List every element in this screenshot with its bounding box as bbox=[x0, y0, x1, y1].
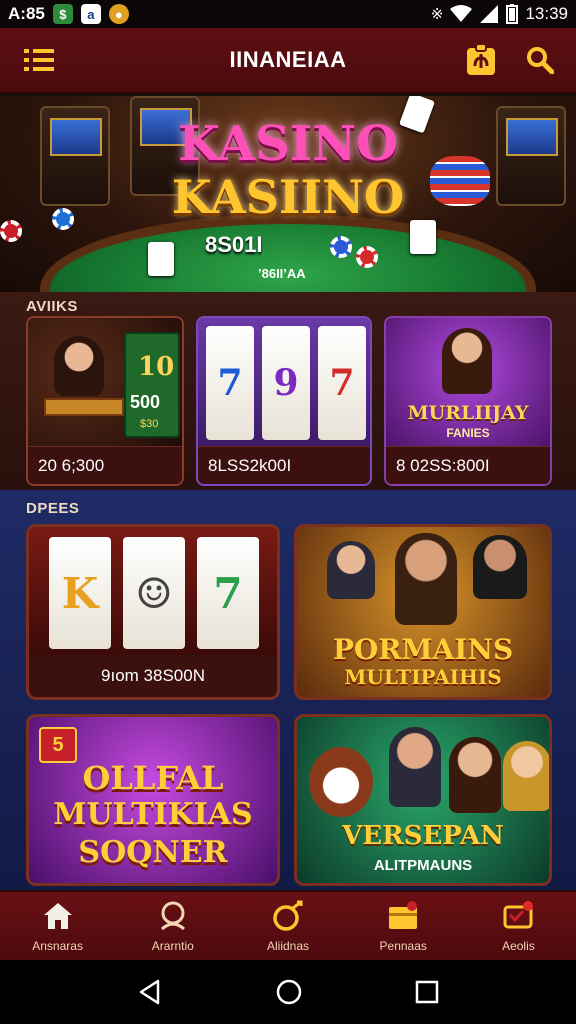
game-tile[interactable]: PORMAINS MULTIPAIHIS bbox=[294, 524, 552, 700]
game-tile-caption: 9ıom 38S00N bbox=[29, 655, 277, 697]
game-tile[interactable]: 10 500 $30 20 6;300 bbox=[26, 316, 184, 486]
nav-label: Ararntio bbox=[151, 939, 194, 953]
chip-icon bbox=[356, 246, 378, 268]
badge: 5 bbox=[39, 727, 77, 763]
playing-card-icon bbox=[410, 220, 436, 254]
game-tile[interactable]: 7 9 7 8LSS2k00I bbox=[196, 316, 372, 486]
dealer-avatar bbox=[54, 336, 104, 396]
player-avatar bbox=[503, 741, 549, 811]
app-screen: A:85 $ a ● ※ 13:39 IINANEIAA KASINO KASI… bbox=[0, 0, 576, 1024]
status-bar: A:85 $ a ● ※ 13:39 bbox=[0, 0, 576, 28]
hero-amount: 8S01I bbox=[205, 232, 263, 257]
game-tile-caption: 8 02SS:800I bbox=[386, 446, 550, 484]
notification-app-icon: ● bbox=[108, 4, 129, 24]
ribbon-banner bbox=[44, 398, 124, 416]
dealer-avatar bbox=[442, 328, 492, 394]
player-avatar bbox=[449, 737, 501, 813]
app-bar: IINANEIAA bbox=[0, 28, 576, 94]
art-text: $30 bbox=[140, 418, 159, 430]
slot-reel: K bbox=[49, 537, 111, 649]
hero-small-text: ’86II’AA bbox=[258, 266, 306, 281]
slot-reel: ☺ bbox=[123, 537, 185, 649]
notification-app-icon: $ bbox=[52, 4, 73, 24]
player-avatar bbox=[327, 541, 375, 599]
nav-label: Pennaas bbox=[379, 939, 427, 953]
game-tile[interactable]: VERSEPAN ALITPMAUNS bbox=[294, 714, 552, 886]
notifications-icon bbox=[503, 901, 534, 929]
featured-section: AVIIKS 10 500 $30 20 6;300 7 9 7 8LSS2k0… bbox=[0, 292, 576, 490]
art-text: MULTIPAIHIS bbox=[344, 665, 502, 689]
chip-icon bbox=[330, 236, 352, 258]
nav-label: Aliidnas bbox=[266, 939, 310, 953]
section-title: AVIIKS bbox=[26, 298, 78, 315]
signal-icon bbox=[480, 5, 499, 23]
nav-item-notifications[interactable]: Aeolis bbox=[461, 892, 576, 960]
status-time: A:85 bbox=[8, 4, 45, 23]
game-tile[interactable]: K ☺ 7 9ıom 38S00N bbox=[26, 524, 280, 700]
art-text: ALITPMAUNS bbox=[373, 857, 473, 874]
mascot-avatar bbox=[309, 747, 373, 817]
art-text: VERSEPAN bbox=[342, 821, 504, 851]
hero-brand-line2: KASIINO bbox=[171, 170, 405, 224]
back-icon[interactable] bbox=[136, 978, 164, 1006]
hero-banner[interactable]: KASINO KASIINO 8S01I ’86II’AA bbox=[0, 96, 576, 292]
art-text: MULTIKIAS bbox=[53, 797, 253, 832]
player-avatar bbox=[389, 727, 441, 807]
game-tile-art: 10 500 $30 bbox=[28, 318, 182, 448]
home-icon bbox=[43, 903, 72, 929]
games-section: DPEES K ☺ 7 9ıom 38S00N PORMAINS MULTIPA… bbox=[0, 490, 576, 890]
art-text: OLLFAL bbox=[82, 759, 224, 797]
battery-icon bbox=[506, 4, 519, 24]
recents-icon[interactable] bbox=[414, 979, 440, 1005]
game-tile[interactable]: 5 OLLFAL MULTIKIAS SOQNER bbox=[26, 714, 280, 886]
art-text: 500 bbox=[130, 392, 161, 412]
slot-reel: 7 bbox=[197, 537, 259, 649]
playing-card-icon bbox=[148, 242, 174, 276]
wifi-icon bbox=[450, 5, 473, 22]
game-tile-art: K ☺ 7 bbox=[29, 527, 277, 657]
game-tile-caption: 8LSS2k00I bbox=[198, 446, 370, 484]
hero-brand-line1: KASINO bbox=[178, 116, 398, 172]
account-icon[interactable] bbox=[466, 44, 496, 76]
slot-reel: 7 bbox=[318, 326, 366, 440]
menu-icon[interactable] bbox=[22, 45, 56, 75]
game-tile-art: MURLIIJAY FANIES bbox=[386, 318, 550, 448]
cash-stack: 10 500 $30 bbox=[124, 332, 180, 438]
nav-label: Ansnaras bbox=[32, 939, 83, 953]
nav-item-home[interactable]: Ansnaras bbox=[0, 892, 115, 960]
search-icon bbox=[160, 901, 185, 931]
player-avatar bbox=[395, 533, 457, 625]
nav-item-search[interactable]: Ararntio bbox=[115, 892, 230, 960]
notification-app-icon: a bbox=[80, 4, 101, 24]
bluetooth-icon: ※ bbox=[430, 6, 444, 23]
game-tile[interactable]: MURLIIJAY FANIES 8 02SS:800I bbox=[384, 316, 552, 486]
search-icon[interactable] bbox=[526, 46, 554, 74]
wallet-icon bbox=[389, 901, 418, 929]
art-text: PORMAINS bbox=[332, 633, 514, 666]
art-text: SOQNER bbox=[78, 835, 228, 870]
bottom-nav: Ansnaras Ararntio Aliidnas Pennaas Aeoli… bbox=[0, 890, 576, 960]
nav-label: Aeolis bbox=[502, 939, 535, 953]
system-nav-bar bbox=[0, 960, 576, 1024]
art-text: MURLIIJAY bbox=[407, 402, 529, 424]
home-button-icon[interactable] bbox=[275, 978, 303, 1006]
favorite-icon bbox=[273, 900, 303, 931]
nav-item-wallet[interactable]: Pennaas bbox=[346, 892, 461, 960]
section-title: DPEES bbox=[26, 500, 80, 517]
game-tile-art: 7 9 7 bbox=[198, 318, 370, 448]
art-text: 10 bbox=[138, 352, 175, 382]
status-clock: 13:39 bbox=[525, 4, 568, 23]
slot-reel: 9 bbox=[262, 326, 310, 440]
game-tile-caption: 20 6;300 bbox=[28, 446, 182, 484]
art-text: FANIES bbox=[446, 426, 490, 440]
nav-item-favorites[interactable]: Aliidnas bbox=[230, 892, 345, 960]
slot-reel: 7 bbox=[206, 326, 254, 440]
player-avatar bbox=[473, 535, 527, 599]
